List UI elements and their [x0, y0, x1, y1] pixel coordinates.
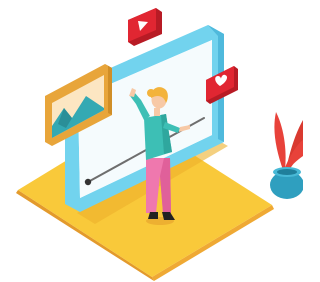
illustration-svg [16, 8, 303, 281]
play-icon [128, 8, 162, 46]
plant-icon [270, 112, 303, 199]
illustration-canvas [0, 0, 303, 282]
progress-knob [84, 178, 92, 186]
